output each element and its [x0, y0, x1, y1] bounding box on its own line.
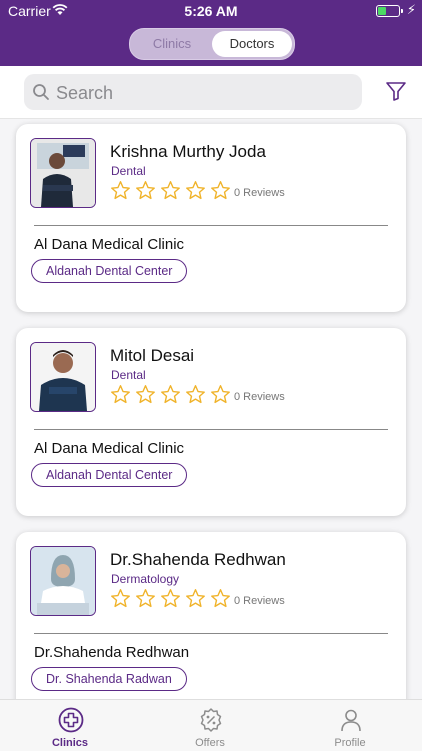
review-count: 0 Reviews [234, 187, 285, 199]
doctor-card[interactable]: Krishna Murthy Joda Dental 0 Reviews Al … [16, 124, 406, 312]
search-box[interactable] [24, 74, 362, 112]
star-icon [161, 589, 180, 608]
rating-stars [110, 588, 231, 610]
doctor-list: Krishna Murthy Joda Dental 0 Reviews Al … [0, 119, 422, 699]
segment-clinics[interactable]: Clinics [132, 31, 212, 57]
doctor-card[interactable]: Mitol Desai Dental 0 Reviews Al Dana Med… [16, 328, 406, 516]
search-row [0, 66, 422, 119]
clinic-name: Dr.Shahenda Redhwan [34, 644, 190, 661]
segment-doctors[interactable]: Doctors [212, 31, 292, 57]
discount-badge-icon [200, 708, 222, 732]
card-divider [34, 225, 388, 226]
card-divider [34, 429, 388, 430]
filter-icon[interactable] [385, 80, 407, 102]
star-icon [111, 181, 130, 200]
star-icon [211, 589, 230, 608]
tab-offers[interactable]: Offers [160, 700, 260, 751]
star-icon [211, 181, 230, 200]
star-icon [136, 589, 155, 608]
tab-profile[interactable]: Profile [300, 700, 400, 751]
status-bar: Carrier 5:26 AM ⚡ [0, 0, 422, 22]
doctor-name: Dr.Shahenda Redhwan [110, 550, 286, 569]
medical-cross-icon [58, 707, 84, 733]
status-time: 5:26 AM [184, 3, 238, 19]
doctor-name: Mitol Desai [110, 346, 195, 365]
star-icon [186, 181, 205, 200]
review-count: 0 Reviews [234, 595, 285, 607]
star-icon [186, 589, 205, 608]
star-icon [111, 589, 130, 608]
doctor-specialty: Dermatology [111, 572, 180, 586]
tab-label: Offers [195, 737, 225, 749]
search-input[interactable] [54, 74, 358, 112]
doctor-card[interactable]: Dr.Shahenda Redhwan Dermatology 0 Review… [16, 532, 406, 699]
doctor-specialty: Dental [111, 368, 146, 382]
doctor-photo [30, 342, 96, 412]
star-icon [161, 181, 180, 200]
clinic-name: Al Dana Medical Clinic [34, 236, 185, 253]
person-icon [341, 709, 361, 732]
clinics-doctors-segmented-control: Clinics Doctors [129, 28, 295, 60]
charging-bolt-icon: ⚡ [406, 2, 416, 17]
card-divider [34, 633, 388, 634]
clinic-tag[interactable]: Dr. Shahenda Radwan [31, 667, 187, 691]
rating-stars [110, 180, 231, 202]
clinic-name: Al Dana Medical Clinic [34, 440, 185, 457]
doctor-specialty: Dental [111, 164, 146, 178]
battery-icon [376, 5, 403, 17]
doctor-photo [30, 546, 96, 616]
doctor-name: Krishna Murthy Joda [110, 142, 266, 161]
app-header: Carrier 5:26 AM ⚡ Clinics Doctors [0, 0, 422, 66]
star-icon [136, 385, 155, 404]
tab-label: Clinics [51, 737, 89, 749]
tab-label: Profile [334, 737, 366, 749]
star-icon [211, 385, 230, 404]
star-icon [136, 181, 155, 200]
tab-clinics[interactable]: Clinics [20, 700, 120, 751]
search-icon [33, 84, 49, 100]
star-icon [186, 385, 205, 404]
doctor-photo [30, 138, 96, 208]
review-count: 0 Reviews [234, 391, 285, 403]
clinic-tag[interactable]: Aldanah Dental Center [31, 259, 188, 283]
rating-stars [110, 384, 231, 406]
star-icon [111, 385, 130, 404]
tab-bar: Clinics Offers Profile [0, 699, 422, 751]
clinic-tag[interactable]: Aldanah Dental Center [31, 463, 188, 487]
star-icon [161, 385, 180, 404]
